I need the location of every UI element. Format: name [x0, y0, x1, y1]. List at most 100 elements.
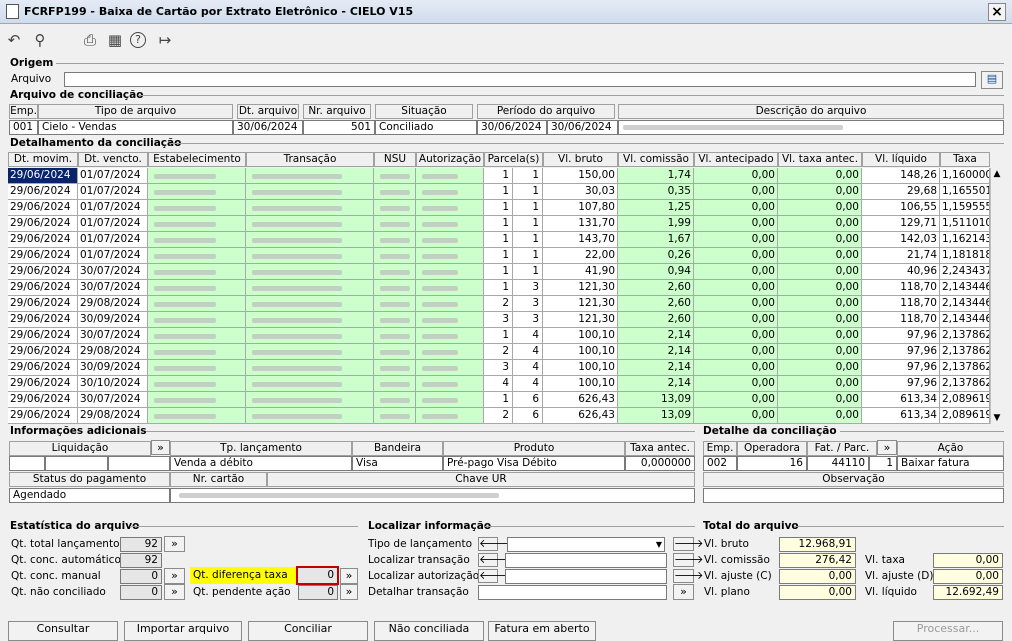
detail-col-header[interactable]: Vl. comissão — [618, 152, 694, 167]
col-emp: Emp. — [9, 104, 38, 119]
grid-scrollbar[interactable]: ▲ ▼ — [990, 168, 1003, 424]
vl-ajuste-d-label: Vl. ajuste (D) — [865, 570, 934, 582]
tipo-prev-button[interactable]: 🡐 — [478, 537, 509, 551]
table-row[interactable]: 29/06/2024 30/09/2024 3 3 121,30 2,60 0,00 0,00… — [8, 312, 990, 328]
tipo-lancamento-select[interactable]: ▼ — [507, 537, 665, 552]
detail-col-header[interactable]: Transação — [246, 152, 374, 167]
detail-col-header[interactable]: Taxa — [940, 152, 990, 167]
nao-conciliada-button[interactable]: Não conciliada — [374, 621, 484, 641]
transacao-next-button[interactable]: 🡒 — [673, 553, 704, 567]
cell-nsu — [374, 200, 416, 216]
table-row[interactable]: 29/06/2024 01/07/2024 1 1 30,03 0,35 0,00 0,00 2… — [8, 184, 990, 200]
transacao-prev-button[interactable]: 🡐 — [478, 553, 509, 567]
cell-estabelecimento — [148, 328, 246, 344]
localizar-transacao-input[interactable] — [505, 553, 667, 568]
document-icon — [6, 4, 19, 19]
detail-col-header[interactable]: Vl. taxa antec. — [778, 152, 862, 167]
detail-col-header[interactable]: Autorização — [416, 152, 484, 167]
liq-1 — [9, 456, 45, 471]
cell-transacao — [246, 264, 374, 280]
vl-plano-value: 0,00 — [779, 585, 856, 600]
qt-nao-button[interactable]: » — [164, 584, 185, 600]
table-row[interactable]: 29/06/2024 01/07/2024 1 1 150,00 1,74 0,00 0,00… — [8, 168, 990, 184]
cell-taxa: 2,137862 — [940, 360, 990, 376]
localizar-autorizacao-input[interactable] — [505, 569, 667, 584]
qt-pendente-button[interactable]: » — [340, 584, 358, 600]
exit-icon[interactable]: ↦ — [155, 30, 175, 50]
detalhar-button[interactable]: » — [673, 584, 694, 600]
detail-col-header[interactable]: Estabelecimento — [148, 152, 246, 167]
cell-vl-bruto: 22,00 — [543, 248, 618, 264]
detail-col-header[interactable]: Vl. líquido — [862, 152, 940, 167]
cell-vl-bruto: 100,10 — [543, 360, 618, 376]
vl-ajuste-d-value: 0,00 — [933, 569, 1003, 584]
arquivo-input[interactable] — [64, 72, 976, 87]
cell-vl-bruto: 626,43 — [543, 392, 618, 408]
help-icon[interactable]: ? — [130, 32, 146, 48]
undo-icon[interactable]: ↶ — [4, 30, 24, 50]
autorizacao-prev-button[interactable]: 🡐 — [478, 569, 509, 583]
qt-diferenca-button[interactable]: » — [340, 568, 358, 584]
vl-liquido-label: Vl. líquido — [865, 586, 917, 598]
table-row[interactable]: 29/06/2024 30/07/2024 1 3 121,30 2,60 0,00 0,00… — [8, 280, 990, 296]
parcela-total: 4 — [532, 377, 539, 389]
tipo-next-button[interactable]: 🡒 — [673, 537, 704, 551]
cell-vl-comissao: 1,25 — [618, 200, 694, 216]
cell-nsu — [374, 344, 416, 360]
cell-parcelas: 11 — [484, 216, 543, 232]
cell-transacao — [246, 312, 374, 328]
table-row[interactable]: 29/06/2024 29/08/2024 2 6 626,43 13,09 0,00 0,0… — [8, 408, 990, 424]
detail-grid[interactable]: 29/06/2024 01/07/2024 1 1 150,00 1,74 0,00 0,00… — [8, 168, 990, 424]
table-row[interactable]: 29/06/2024 30/09/2024 3 4 100,10 2,14 0,00 0,00… — [8, 360, 990, 376]
liquidacao-expand-button[interactable]: » — [151, 440, 170, 455]
search-icon[interactable]: ⚲ — [30, 30, 50, 50]
cell-vl-taxa-antec: 0,00 — [778, 248, 862, 264]
importar-arquivo-button[interactable]: Importar arquivo — [124, 621, 242, 641]
close-button[interactable]: × — [988, 3, 1006, 21]
open-file-button[interactable]: ▤ — [981, 71, 1003, 89]
observacao-value[interactable] — [703, 488, 1004, 503]
cell-parcelas: 11 — [484, 232, 543, 248]
table-row[interactable]: 29/06/2024 30/07/2024 1 4 100,10 2,14 0,00 0,00… — [8, 328, 990, 344]
conciliar-button[interactable]: Conciliar — [248, 621, 368, 641]
table-row[interactable]: 29/06/2024 29/08/2024 2 3 121,30 2,60 0,00 0,00… — [8, 296, 990, 312]
parcela-total: 4 — [532, 329, 539, 341]
detail-col-header[interactable]: Dt. vencto. — [78, 152, 148, 167]
table-row[interactable]: 29/06/2024 29/08/2024 2 4 100,10 2,14 0,00 0,00… — [8, 344, 990, 360]
table-row[interactable]: 29/06/2024 01/07/2024 1 1 131,70 1,99 0,00 0,00… — [8, 216, 990, 232]
col-situacao: Situação — [375, 104, 473, 119]
detalhar-transacao-input[interactable] — [478, 585, 667, 600]
table-row[interactable]: 29/06/2024 30/07/2024 1 1 41,90 0,94 0,00 0,00 4… — [8, 264, 990, 280]
qt-manual-button[interactable]: » — [164, 568, 185, 584]
detail-col-header[interactable]: NSU — [374, 152, 416, 167]
table-row[interactable]: 29/06/2024 30/07/2024 1 6 626,43 13,09 0,00 0,0… — [8, 392, 990, 408]
acao-value[interactable]: Baixar fatura — [897, 456, 1004, 471]
cell-taxa: 1,162143 — [940, 232, 990, 248]
scroll-up-icon[interactable]: ▲ — [991, 168, 1003, 180]
fatura-aberto-button[interactable]: Fatura em aberto — [488, 621, 596, 641]
cell-estabelecimento — [148, 360, 246, 376]
table-row[interactable]: 29/06/2024 01/07/2024 1 1 143,70 1,67 0,00 0,00… — [8, 232, 990, 248]
table-row[interactable]: 29/06/2024 01/07/2024 1 1 22,00 0,26 0,00 0,00 2… — [8, 248, 990, 264]
print-icon[interactable]: ⎙ — [80, 30, 100, 50]
cell-taxa: 1,160000 — [940, 168, 990, 184]
table-row[interactable]: 29/06/2024 30/10/2024 4 4 100,10 2,14 0,00 0,00… — [8, 376, 990, 392]
cell-dt-vencto: 01/07/2024 — [78, 232, 148, 248]
table-row[interactable]: 29/06/2024 01/07/2024 1 1 107,80 1,25 0,00 0,00… — [8, 200, 990, 216]
processar-button[interactable]: Processar... — [893, 621, 1003, 641]
cell-taxa: 2,137862 — [940, 376, 990, 392]
consultar-button[interactable]: Consultar — [8, 621, 118, 641]
col-observacao: Observação — [703, 472, 1004, 487]
detail-col-header[interactable]: Vl. antecipado — [694, 152, 778, 167]
cell-dt-vencto: 30/07/2024 — [78, 328, 148, 344]
detail-col-header[interactable]: Vl. bruto — [543, 152, 618, 167]
detail-col-header[interactable]: Dt. movim. — [8, 152, 78, 167]
calendar-icon[interactable]: ▦ — [105, 30, 125, 50]
parcela-total: 1 — [532, 217, 539, 229]
detail-col-header[interactable]: Parcela(s) — [484, 152, 543, 167]
autorizacao-next-button[interactable]: 🡒 — [673, 569, 704, 583]
scroll-down-icon[interactable]: ▼ — [991, 412, 1003, 424]
cell-transacao — [246, 232, 374, 248]
detalhe-expand-button[interactable]: » — [877, 440, 897, 455]
qt-total-button[interactable]: » — [164, 536, 185, 552]
